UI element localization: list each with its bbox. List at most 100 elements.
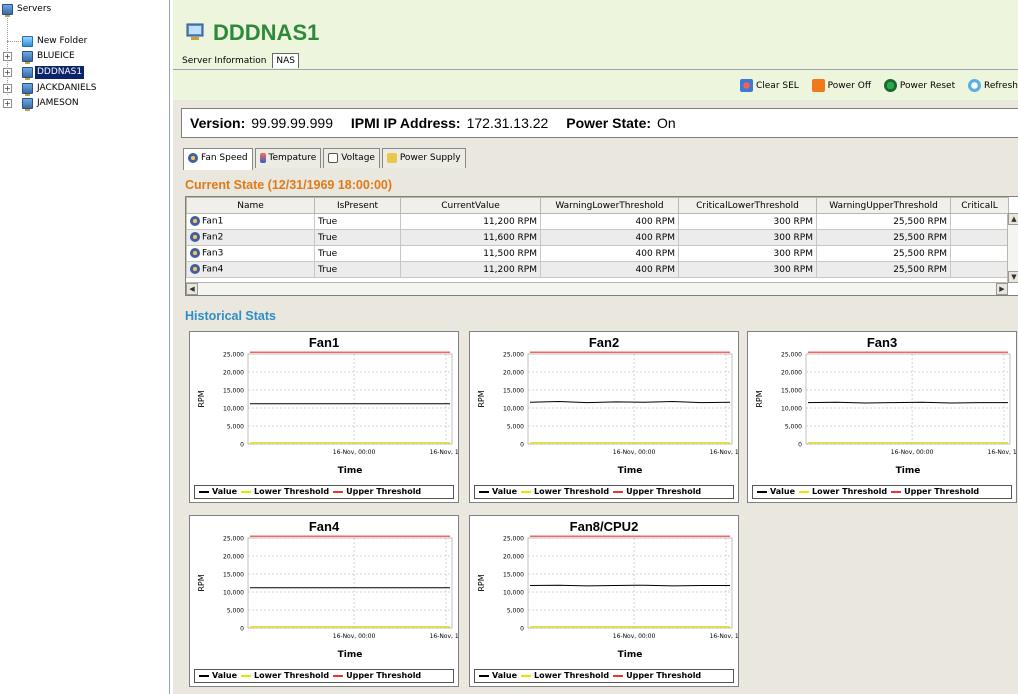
tab-voltage[interactable]: Voltage [323,148,380,168]
power-supply-icon [386,152,397,163]
column-header[interactable]: CurrentValue [400,197,541,214]
legend-swatch [333,490,344,493]
column-header[interactable]: WarningLowerThreshold [540,197,679,214]
x-tick-label: 16-Nov, 00:00 [333,633,376,640]
y-tick-label: 0 [240,626,244,633]
tree-item-dddnas1[interactable]: DDDNAS1 [22,66,85,80]
table-cell [950,261,1009,278]
main-panel: DDDNAS1 Server Information NAS Clear SEL… [173,0,1018,694]
tab-power-supply[interactable]: Power Supply [381,148,466,168]
server-icon [22,98,33,111]
power-off-label: Power Off [827,81,872,91]
table-row[interactable]: Fan1 True 11,200 RPM 400 RPM 300 RPM 25,500 R… [186,213,1009,230]
power-reset-icon [883,79,897,92]
power-reset-button[interactable]: Power Reset [883,79,956,92]
chart-legend: Value Lower Threshold Upper Threshold [474,669,734,683]
fan-icon [188,152,198,163]
servers-icon [2,4,13,17]
expand-blueice-button[interactable]: + [3,52,12,61]
table-cell: 300 RPM [678,229,817,246]
legend-swatch [199,674,209,677]
y-axis-label: RPM [197,574,206,591]
chart-fan3: Fan3 0 5,000 10,000 15,000 20,000 25,000 16-Nov… [747,331,1017,503]
y-tick-label: 25,000 [503,536,524,543]
x-tick-label: 16-Nov, 12 [430,633,458,640]
column-header[interactable]: CriticalL [950,197,1009,214]
plot-area [527,537,733,629]
legend-swatch [757,490,767,493]
tab-tempature[interactable]: Tempature [254,148,322,168]
y-tick-label: 0 [798,442,802,449]
y-axis-label: RPM [477,390,486,407]
table-cell: 300 RPM [678,213,817,230]
y-tick-label: 5,000 [227,424,244,431]
tree-item-jameson[interactable]: JAMESON [22,97,81,111]
horizontal-scrollbar[interactable]: ◀ ▶ [186,282,1008,295]
plot-area [805,353,1011,445]
chart-plot: 0 5,000 10,000 15,000 20,000 25,000 16-Nov, 00… [197,352,458,457]
table-cell: 11,500 RPM [400,245,541,262]
scroll-right-button[interactable]: ▶ [996,283,1008,295]
power-off-button[interactable]: Power Off [811,79,872,92]
y-tick-label: 10,000 [781,406,802,413]
x-tick-label: 16-Nov, 12 [710,633,738,640]
chart-fan8-cpu2: Fan8/CPU2 0 5,000 10,000 15,000 20,000 25,000 1… [469,515,739,687]
legend-swatch [613,674,624,677]
tab-label: Power Supply [399,153,461,163]
chart-legend: Value Lower Threshold Upper Threshold [194,485,454,499]
legend-swatch [521,490,532,493]
expand-dddnas1-button[interactable]: + [3,68,12,77]
table-cell: 11,600 RPM [400,229,541,246]
y-tick-label: 20,000 [503,554,524,561]
clear-sel-button[interactable]: Clear SEL [739,79,799,92]
column-header[interactable]: IsPresent [314,197,401,214]
y-tick-label: 15,000 [223,572,244,579]
x-axis-label: Time [617,466,643,476]
vertical-scrollbar[interactable]: ▲ ▼ [1007,213,1018,283]
table-row[interactable]: Fan2 True 11,600 RPM 400 RPM 300 RPM 25,500 R… [186,229,1009,246]
tree-line [7,41,21,42]
legend-label: Lower Threshold [534,671,610,680]
tree-root-servers[interactable]: Servers [2,3,53,17]
tab-nas[interactable]: NAS [272,53,299,68]
voltage-icon [328,152,339,163]
refresh-button[interactable]: Refresh [968,79,1018,92]
tab-fan-speed[interactable]: Fan Speed [183,148,253,170]
chart-legend: Value Lower Threshold Upper Threshold [752,485,1012,499]
table-row[interactable]: Fan3 True 11,500 RPM 400 RPM 300 RPM 25,500 R… [186,245,1009,262]
x-axis-label: Time [617,650,643,660]
server-icon [22,67,33,80]
scroll-left-button[interactable]: ◀ [186,283,198,295]
column-header[interactable]: Name [186,197,315,214]
x-tick-label: 16-Nov, 00:00 [333,449,376,456]
clear-sel-label: Clear SEL [755,81,799,91]
expand-jameson-button[interactable]: + [3,99,12,108]
table-cell: 400 RPM [540,245,679,262]
chart-legend: Value Lower Threshold Upper Threshold [194,669,454,683]
table-row[interactable]: Fan4 True 11,200 RPM 400 RPM 300 RPM 25,500 R… [186,261,1009,278]
column-header[interactable]: WarningUpperThreshold [816,197,951,214]
tree-item-new-folder[interactable]: New Folder [22,35,89,48]
legend-label: Lower Threshold [812,487,888,496]
tree-item-label: JACKDANIELS [37,83,97,93]
table-cell: 400 RPM [540,229,679,246]
expand-jackdaniels-button[interactable]: + [3,84,12,93]
scroll-down-button[interactable]: ▼ [1008,271,1018,283]
table-cell: 400 RPM [540,213,679,230]
current-state-title: Current State (12/31/1969 18:00:00) [185,178,393,192]
chart-fan4: Fan4 0 5,000 10,000 15,000 20,000 25,000 16-Nov… [189,515,459,687]
legend-label: Lower Threshold [254,487,330,496]
chart-plot: 0 5,000 10,000 15,000 20,000 25,000 16-Nov, 00… [197,536,458,641]
table-cell: True [314,213,401,230]
column-header[interactable]: CriticalLowerThreshold [678,197,817,214]
legend-swatch [799,490,810,493]
ipmi-value: 172.31.13.22 [466,115,549,131]
tree-item-blueice[interactable]: BLUEICE [22,50,77,64]
tree-item-jackdaniels[interactable]: JACKDANIELS [22,82,98,96]
power-reset-label: Power Reset [899,81,956,91]
version-label: Version: [190,115,246,131]
scroll-up-button[interactable]: ▲ [1008,213,1018,225]
thermometer-icon [259,152,266,163]
tab-server-information[interactable]: Server Information [179,54,269,68]
table-cell: 25,500 RPM [816,261,951,278]
